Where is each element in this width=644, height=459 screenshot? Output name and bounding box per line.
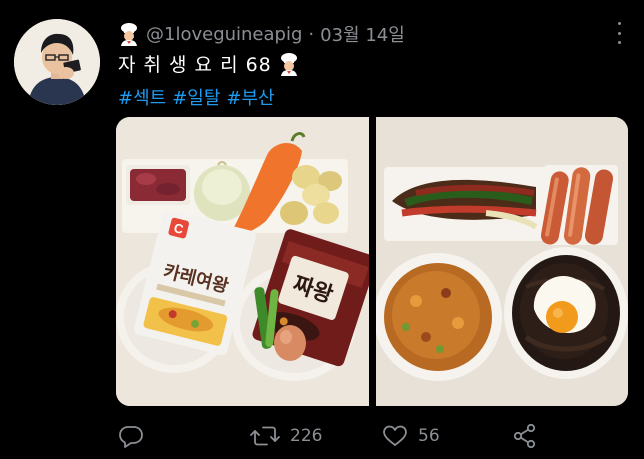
reply-button[interactable]	[118, 422, 144, 450]
retweet-icon	[250, 426, 280, 446]
cooked-dishes-image	[376, 117, 628, 406]
share-icon	[513, 423, 536, 449]
hashtag-link[interactable]: #일탈	[172, 84, 220, 110]
avatar[interactable]	[14, 19, 100, 105]
username-handle[interactable]: @1loveguineapig	[146, 24, 302, 45]
tweet-header: @1loveguineapig · 03월 14일	[118, 21, 405, 47]
photo-cooked-dishes[interactable]	[376, 117, 628, 406]
more-options-icon[interactable]	[616, 22, 622, 44]
tweet-date[interactable]: 03월 14일	[320, 21, 405, 47]
chef-icon	[121, 23, 137, 46]
header-separator: ·	[308, 23, 315, 45]
retweet-button[interactable]: 226	[250, 422, 322, 450]
ingredients-image: C 카레여왕 짜왕	[116, 117, 369, 406]
like-count: 56	[418, 426, 440, 446]
avatar-illustration	[14, 19, 100, 105]
tweet-text: 자 취 생 요 리 68	[118, 50, 300, 77]
tweet[interactable]: @1loveguineapig · 03월 14일 자 취 생 요 리 68 #…	[0, 0, 644, 459]
media-grid: C 카레여왕 짜왕	[116, 117, 628, 406]
reply-icon	[119, 426, 143, 448]
tweet-action-bar: 226 56	[118, 422, 628, 450]
tweet-text-content: 자 취 생 요 리 68	[118, 54, 272, 76]
share-button[interactable]	[512, 422, 538, 450]
photo-ingredients[interactable]: C 카레여왕 짜왕	[116, 117, 369, 406]
retweet-count: 226	[290, 426, 323, 446]
hashtag-list: #섹트 #일탈 #부산	[118, 84, 275, 110]
heart-icon	[383, 425, 407, 446]
chef-emoji-icon	[280, 52, 297, 76]
like-button[interactable]: 56	[382, 422, 440, 450]
hashtag-link[interactable]: #부산	[226, 84, 274, 110]
hashtag-link[interactable]: #섹트	[118, 84, 166, 110]
